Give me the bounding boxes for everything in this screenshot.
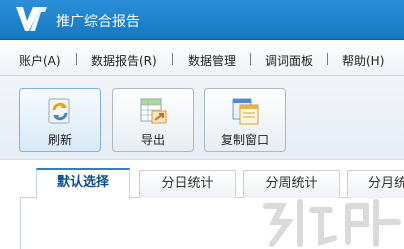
- copy-window-label: 复制窗口: [220, 133, 269, 147]
- export-label: 导出: [140, 133, 165, 147]
- title-bar: 推广综合报告: [0, 0, 404, 40]
- menu-data-management[interactable]: 数据管理: [188, 52, 236, 69]
- toolbar: 刷新 导出 复制窗口: [0, 76, 404, 160]
- menu-separator: [172, 53, 173, 65]
- window-title: 推广综合报告: [56, 14, 140, 30]
- menu-help[interactable]: 帮助(H): [342, 52, 384, 69]
- copy-window-button[interactable]: 复制窗口: [204, 88, 286, 152]
- export-icon: [140, 98, 167, 124]
- refresh-label: 刷新: [47, 133, 72, 147]
- menu-keyword-panel[interactable]: 调词面板: [265, 52, 313, 69]
- menu-data-report[interactable]: 数据报告(R): [91, 52, 157, 69]
- copy-window-icon: [232, 98, 259, 125]
- tab-default-selection[interactable]: 默认选择: [36, 168, 130, 199]
- watermark-logo-icon: [263, 199, 401, 247]
- export-button[interactable]: 导出: [112, 88, 194, 152]
- refresh-icon: [48, 98, 70, 124]
- menu-separator: [327, 53, 328, 65]
- v7-logo-icon: [16, 7, 47, 31]
- tab-daily-stats[interactable]: 分日统计: [139, 170, 236, 198]
- refresh-button[interactable]: 刷新: [19, 88, 101, 152]
- menu-separator: [76, 53, 77, 65]
- menu-bar: 账户(A) 数据报告(R) 数据管理 调词面板 帮助(H): [0, 40, 404, 76]
- menu-account[interactable]: 账户(A): [19, 52, 61, 69]
- menu-separator: [250, 53, 251, 65]
